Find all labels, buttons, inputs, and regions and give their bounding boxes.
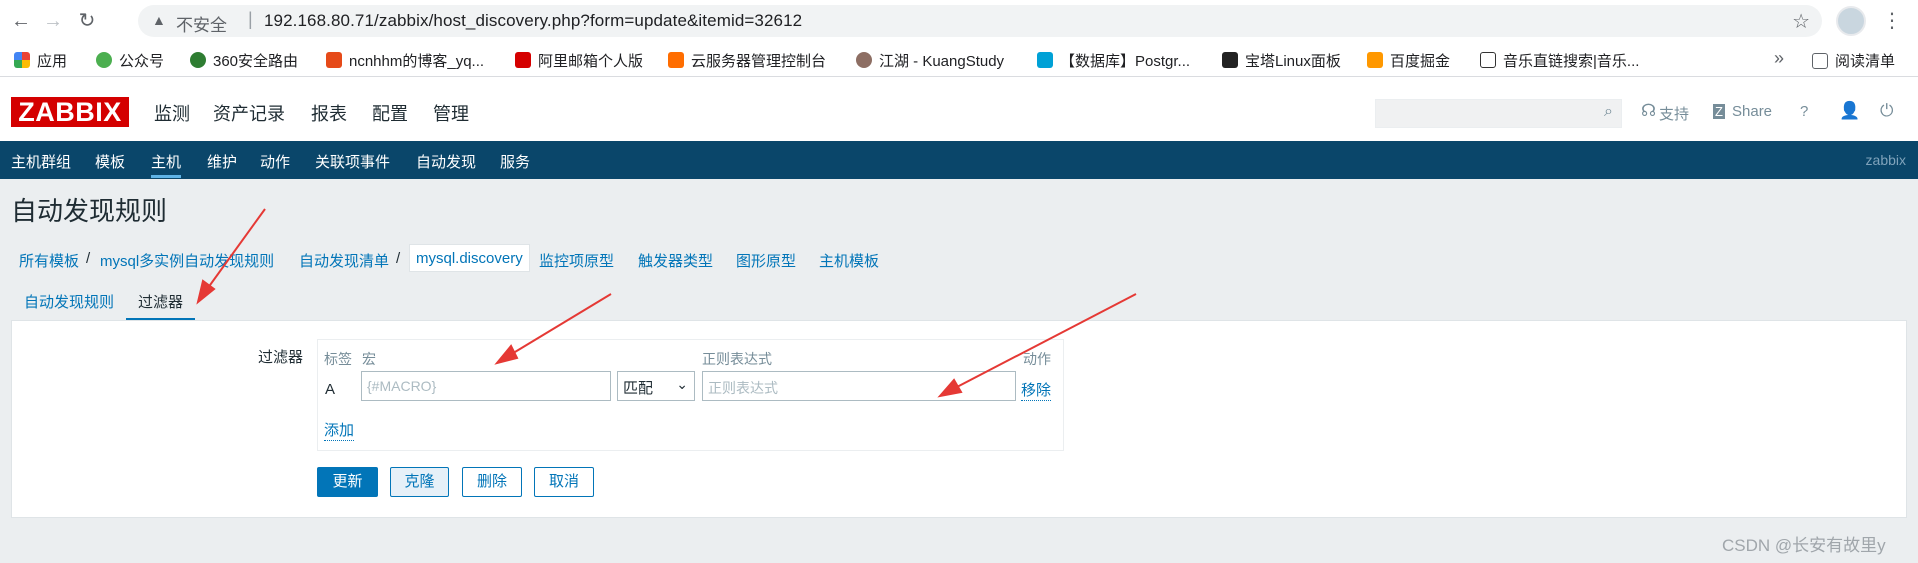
annotation-arrows — [196, 208, 1137, 398]
annotation-arrow-1 — [204, 208, 266, 293]
annotation-arrow-3 — [954, 293, 1137, 389]
annotation-arrowhead-2 — [494, 344, 519, 365]
annotation-arrowhead-3 — [937, 378, 963, 398]
watermark: CSDN @长安有故里y — [1722, 536, 1886, 555]
annotation-arrow-2 — [509, 293, 612, 356]
